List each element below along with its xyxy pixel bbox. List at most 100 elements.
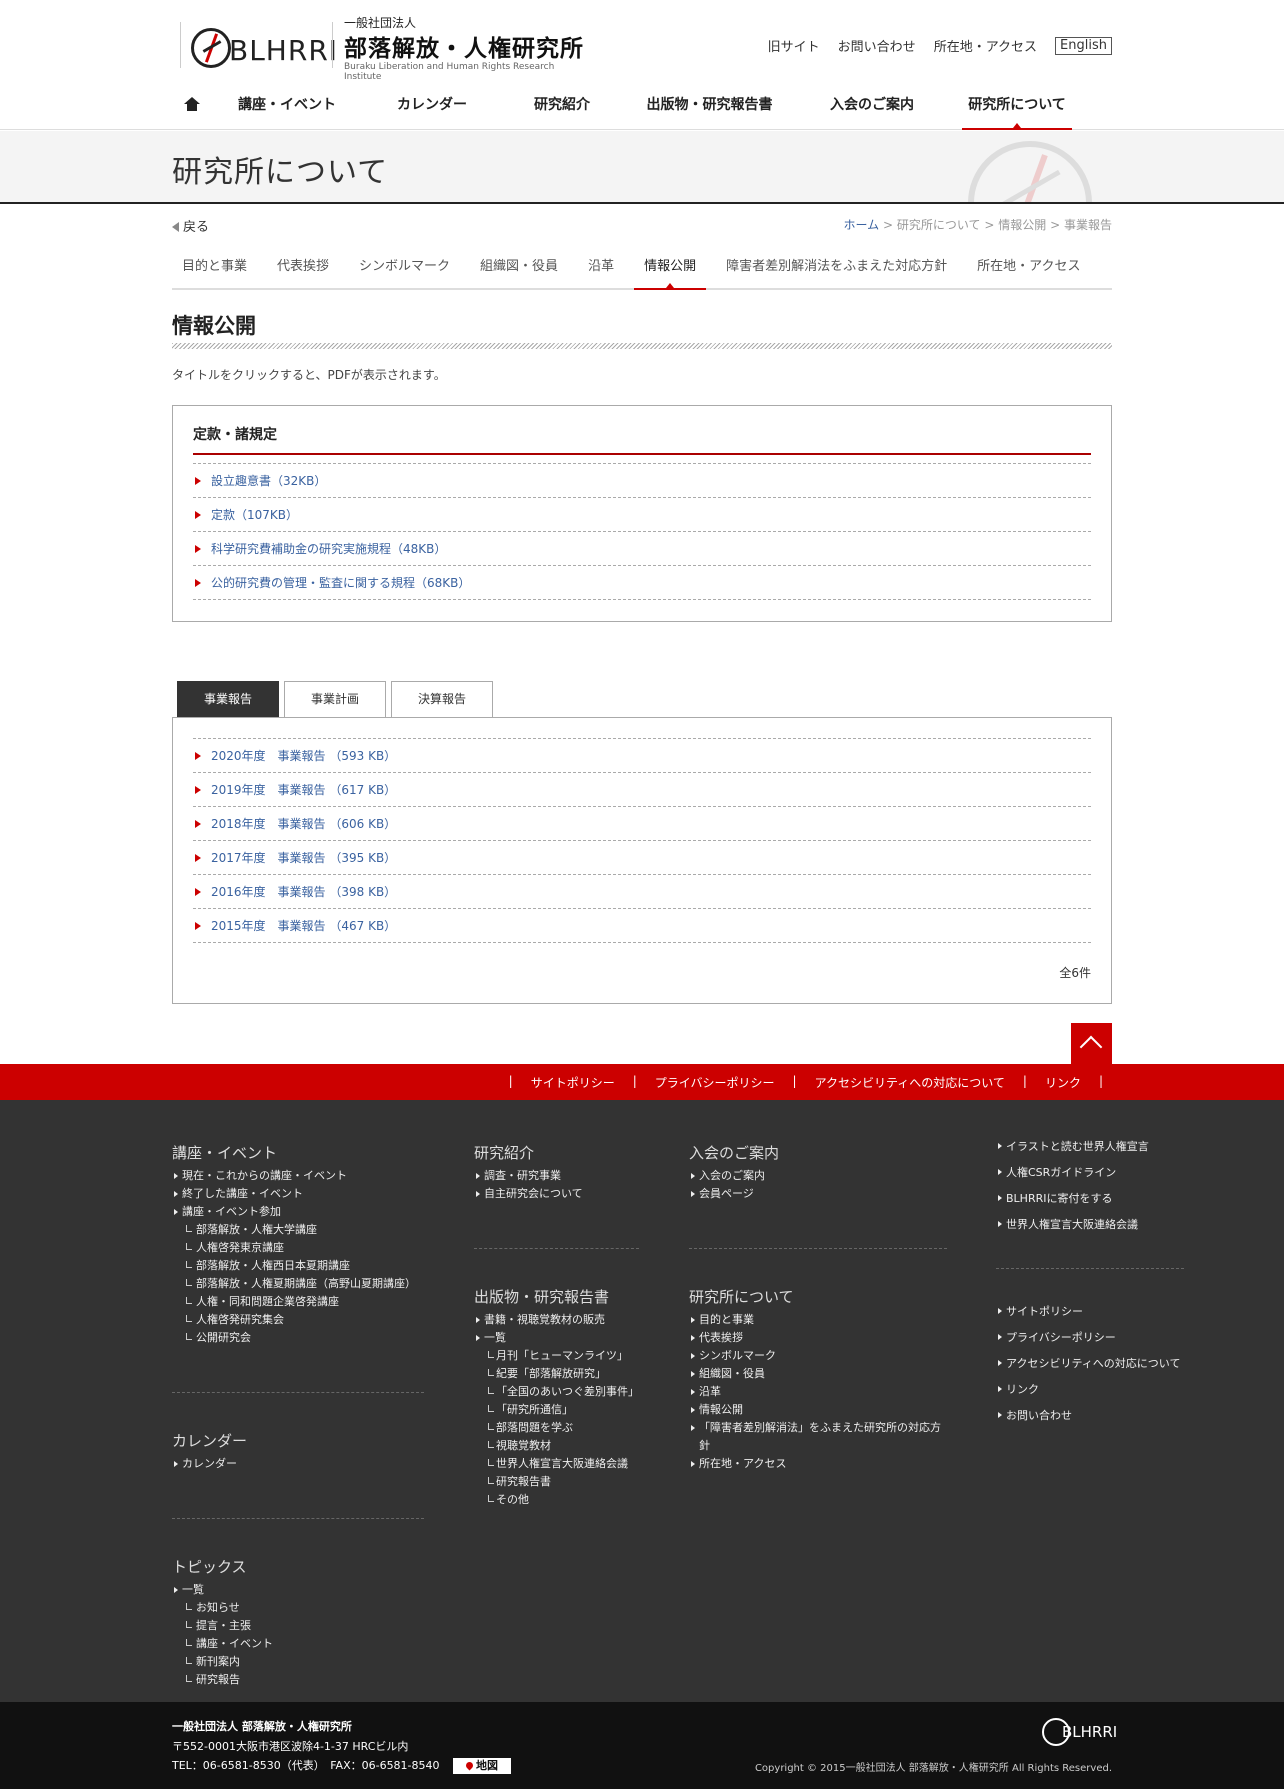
footer-link[interactable]: シンボルマーク bbox=[689, 1347, 947, 1365]
footer-link[interactable]: 世界人権宣言大阪連絡会議 bbox=[996, 1212, 1184, 1238]
subnav-purpose[interactable]: 目的と事業 bbox=[172, 250, 257, 288]
footer-sublink[interactable]: 紀要「部落解放研究」 bbox=[474, 1365, 639, 1383]
breadcrumb-item[interactable]: 情報公開 bbox=[998, 218, 1046, 232]
subnav-history[interactable]: 沿革 bbox=[578, 250, 624, 288]
subnav-symbol[interactable]: シンボルマーク bbox=[349, 250, 460, 288]
nav-calendar[interactable]: カレンダー bbox=[362, 84, 502, 130]
nav-publications[interactable]: 出版物・研究報告書 bbox=[622, 84, 797, 130]
footer-link[interactable]: 組織図・役員 bbox=[689, 1365, 947, 1383]
footer-sublink[interactable]: 研究報告 bbox=[172, 1671, 424, 1689]
nav-events[interactable]: 講座・イベント bbox=[212, 84, 362, 130]
report-link[interactable]: 2015年度 事業報告 （467 KB） bbox=[193, 909, 1091, 943]
footer-link[interactable]: 会員ページ bbox=[689, 1185, 947, 1203]
sub-nav: 目的と事業 代表挨拶 シンボルマーク 組織図・役員 沿革 情報公開 障害者差別解… bbox=[172, 250, 1112, 290]
footer-link[interactable]: 代表挨拶 bbox=[689, 1329, 947, 1347]
footer-sublink[interactable]: 人権・同和問題企業啓発講座 bbox=[172, 1293, 424, 1311]
tab-business-plan[interactable]: 事業計画 bbox=[284, 681, 386, 718]
footer-sublink[interactable]: 提言・主張 bbox=[172, 1617, 424, 1635]
nav-about[interactable]: 研究所について bbox=[962, 84, 1072, 130]
back-link[interactable]: 戻る bbox=[172, 216, 209, 235]
tab-business-report[interactable]: 事業報告 bbox=[177, 681, 279, 718]
footer-sublink[interactable]: 研究報告書 bbox=[474, 1473, 639, 1491]
nav-home[interactable] bbox=[172, 84, 212, 130]
breadcrumb-home[interactable]: ホーム bbox=[844, 218, 880, 232]
report-link[interactable]: 2017年度 事業報告 （395 KB） bbox=[193, 841, 1091, 875]
footer-link[interactable]: 自主研究会について bbox=[474, 1185, 639, 1203]
footer-sublink[interactable]: その他 bbox=[474, 1491, 639, 1509]
footer-link[interactable]: 沿革 bbox=[689, 1383, 947, 1401]
footer-link[interactable]: 調査・研究事業 bbox=[474, 1167, 639, 1185]
old-site-link[interactable]: 旧サイト bbox=[768, 36, 820, 55]
document-link[interactable]: 公的研究費の管理・監査に関する規程（68KB） bbox=[193, 566, 1091, 600]
page-top-button[interactable] bbox=[1071, 1023, 1112, 1064]
subnav-policy[interactable]: 障害者差別解消法をふまえた対応方針 bbox=[716, 250, 957, 288]
footer-sublink[interactable]: 「全国のあいつぐ差別事件」 bbox=[474, 1383, 639, 1401]
logo-title: 部落解放・人権研究所 bbox=[344, 36, 584, 62]
footer-link[interactable]: 入会のご案内 bbox=[689, 1167, 947, 1185]
footer-link[interactable]: 人権CSRガイドライン bbox=[996, 1160, 1184, 1186]
footer-org-name: 一般社団法人 部落解放・人権研究所 bbox=[172, 1720, 352, 1733]
utility-links: 旧サイト お問い合わせ 所在地・アクセス English bbox=[768, 36, 1112, 55]
subnav-disclosure[interactable]: 情報公開 bbox=[634, 250, 707, 290]
footer-link[interactable]: 所在地・アクセス bbox=[689, 1455, 947, 1473]
footer-link[interactable]: 「障害者差別解消法」をふまえた研究所の対応方針 bbox=[689, 1419, 947, 1455]
footer-link[interactable]: 一覧 bbox=[172, 1581, 424, 1599]
footer-link[interactable]: 情報公開 bbox=[689, 1401, 947, 1419]
footer-sublink[interactable]: 人権啓発研究集会 bbox=[172, 1311, 424, 1329]
subnav-access[interactable]: 所在地・アクセス bbox=[967, 250, 1090, 288]
links-link[interactable]: リンク bbox=[1036, 1074, 1090, 1091]
footer-bottom-bar: 一般社団法人 部落解放・人権研究所 〒552-0001大阪市港区波除4-1-37… bbox=[0, 1702, 1284, 1789]
footer-link[interactable]: お問い合わせ bbox=[996, 1403, 1184, 1429]
nav-research[interactable]: 研究紹介 bbox=[502, 84, 622, 130]
report-link[interactable]: 2018年度 事業報告 （606 KB） bbox=[193, 807, 1091, 841]
footer-sublink[interactable]: 世界人権宣言大阪連絡会議 bbox=[474, 1455, 639, 1473]
subnav-organization[interactable]: 組織図・役員 bbox=[470, 250, 568, 288]
footer-link[interactable]: イラストと読む世界人権宣言 bbox=[996, 1134, 1184, 1160]
map-button[interactable]: 地図 bbox=[453, 1758, 512, 1774]
site-policy-link[interactable]: サイトポリシー bbox=[522, 1074, 624, 1091]
footer-link[interactable]: 一覧 bbox=[474, 1329, 639, 1347]
contact-link[interactable]: お問い合わせ bbox=[838, 36, 916, 55]
footer-sublink[interactable]: お知らせ bbox=[172, 1599, 424, 1617]
breadcrumb-item[interactable]: 研究所について bbox=[897, 218, 981, 232]
footer-link[interactable]: サイトポリシー bbox=[996, 1299, 1184, 1325]
site-logo[interactable]: BLHRRI 一般社団法人 部落解放・人権研究所 Buraku Liberati… bbox=[172, 14, 592, 82]
nav-membership[interactable]: 入会のご案内 bbox=[797, 84, 947, 130]
document-link[interactable]: 科学研究費補助金の研究実施規程（48KB） bbox=[193, 532, 1091, 566]
footer-sublink[interactable]: 人権啓発東京講座 bbox=[172, 1239, 424, 1257]
tab-financial-report[interactable]: 決算報告 bbox=[391, 681, 493, 718]
document-link[interactable]: 定款（107KB） bbox=[193, 498, 1091, 532]
footer-link[interactable]: カレンダー bbox=[172, 1455, 424, 1473]
footer-link[interactable]: 現在・これからの講座・イベント bbox=[172, 1167, 424, 1185]
footer-link[interactable]: リンク bbox=[996, 1377, 1184, 1403]
subnav-greeting[interactable]: 代表挨拶 bbox=[267, 250, 339, 288]
footer-sublink[interactable]: 部落解放・人権夏期講座（高野山夏期講座） bbox=[172, 1275, 424, 1293]
footer-sublink[interactable]: 講座・イベント bbox=[172, 1635, 424, 1653]
footer-link[interactable]: 講座・イベント参加 bbox=[172, 1203, 424, 1221]
footer-sublink[interactable]: 公開研究会 bbox=[172, 1329, 424, 1347]
footer-link[interactable]: 書籍・視聴覚教材の販売 bbox=[474, 1311, 639, 1329]
footer-link[interactable]: 目的と事業 bbox=[689, 1311, 947, 1329]
footer-sublink[interactable]: 視聴覚教材 bbox=[474, 1437, 639, 1455]
logo-english-name: Buraku Liberation and Human Rights Resea… bbox=[344, 62, 555, 82]
footer-sublink[interactable]: 部落解放・人権西日本夏期講座 bbox=[172, 1257, 424, 1275]
report-link[interactable]: 2020年度 事業報告 （593 KB） bbox=[193, 739, 1091, 773]
footer-link[interactable]: アクセシビリティへの対応について bbox=[996, 1351, 1184, 1377]
privacy-policy-link[interactable]: プライバシーポリシー bbox=[646, 1074, 784, 1091]
footer-heading: 研究紹介 bbox=[474, 1144, 535, 1162]
report-link[interactable]: 2019年度 事業報告 （617 KB） bbox=[193, 773, 1091, 807]
active-indicator-icon bbox=[666, 283, 675, 288]
accessibility-link[interactable]: アクセシビリティへの対応について bbox=[806, 1074, 1014, 1091]
footer-link[interactable]: BLHRRIに寄付をする bbox=[996, 1186, 1184, 1212]
footer-sublink[interactable]: 部落解放・人権大学講座 bbox=[172, 1221, 424, 1239]
report-link[interactable]: 2016年度 事業報告 （398 KB） bbox=[193, 875, 1091, 909]
document-link[interactable]: 設立趣意書（32KB） bbox=[193, 464, 1091, 498]
footer-link[interactable]: 終了した講座・イベント bbox=[172, 1185, 424, 1203]
footer-sublink[interactable]: 部落問題を学ぶ bbox=[474, 1419, 639, 1437]
access-link[interactable]: 所在地・アクセス bbox=[934, 36, 1037, 55]
english-link[interactable]: English bbox=[1055, 36, 1112, 55]
footer-link[interactable]: プライバシーポリシー bbox=[996, 1325, 1184, 1351]
footer-sublink[interactable]: 新刊案内 bbox=[172, 1653, 424, 1671]
footer-sublink[interactable]: 月刊「ヒューマンライツ」 bbox=[474, 1347, 639, 1365]
footer-sublink[interactable]: 「研究所通信」 bbox=[474, 1401, 639, 1419]
